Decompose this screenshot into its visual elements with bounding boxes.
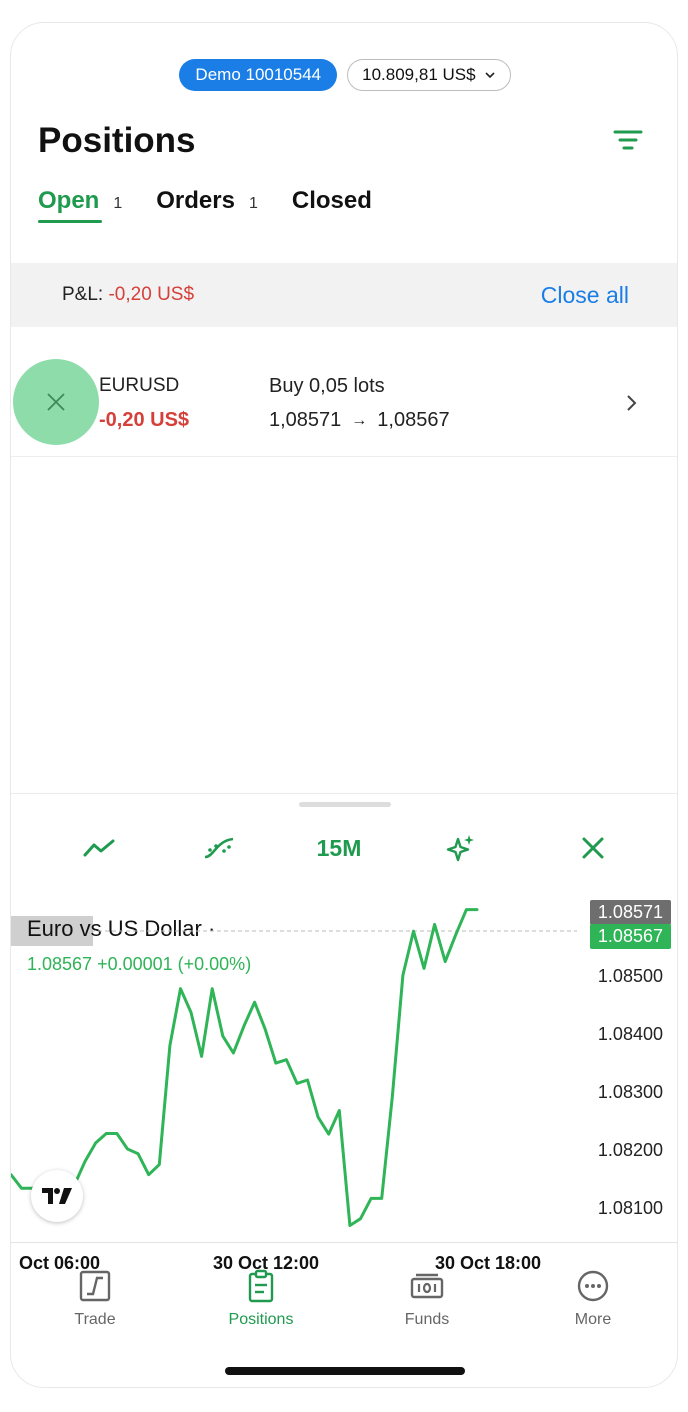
open-price: 1,08571 <box>269 409 342 431</box>
close-icon <box>582 837 604 859</box>
tab-label: Orders <box>156 187 235 214</box>
close-chart-button[interactable] <box>573 828 613 868</box>
positions-tabs: Open 1 Orders 1 Closed <box>38 187 406 223</box>
chart-plot <box>11 908 577 1227</box>
tab-count: 1 <box>113 195 123 212</box>
indicators-button[interactable] <box>199 828 239 868</box>
filter-icon[interactable] <box>613 127 643 153</box>
nav-label: Positions <box>228 1311 294 1328</box>
chevron-right-icon <box>627 395 637 411</box>
tab-orders[interactable]: Orders 1 <box>156 187 258 223</box>
trade-icon <box>79 1270 111 1302</box>
tradingview-logo[interactable] <box>31 1170 83 1222</box>
position-side: Buy 0,05 lots <box>269 375 385 397</box>
chart-panel: 15M Euro vs US Dollar · 1.08567 +0.00001… <box>11 793 677 1273</box>
time-axis: Oct 06:00 30 Oct 12:00 30 Oct 18:00 <box>11 1242 677 1273</box>
current-price: 1,08567 <box>377 409 450 431</box>
sparkle-icon <box>446 835 474 862</box>
tab-closed[interactable]: Closed <box>292 187 372 223</box>
nav-funds[interactable]: Funds <box>367 1269 487 1329</box>
nav-more[interactable]: More <box>533 1269 653 1329</box>
tab-label: Closed <box>291 187 372 214</box>
y-tick-label: 1.08200 <box>597 1140 663 1160</box>
y-tick-label: 1.08100 <box>597 1198 663 1218</box>
close-icon <box>47 393 65 411</box>
pnl-label: P&L: <box>62 284 104 305</box>
price-line <box>11 908 479 1227</box>
line-chart-icon <box>83 839 115 857</box>
positions-icon <box>248 1269 274 1303</box>
balance-value: 10.809,81 US$ <box>362 65 476 84</box>
close-all-button[interactable]: Close all <box>541 282 629 309</box>
pnl-summary-bar: P&L: -0,20 US$ Close all <box>11 263 677 327</box>
more-icon <box>577 1270 609 1302</box>
chart-toolbar: 15M <box>11 828 677 868</box>
ask-price-tag: 1.08571 <box>589 900 671 925</box>
y-tick-label: 1.08400 <box>597 1024 663 1044</box>
close-position-button[interactable] <box>13 359 99 445</box>
pnl-summary: P&L: -0,20 US$ <box>62 284 194 306</box>
tab-open[interactable]: Open 1 <box>38 187 122 223</box>
position-symbol: EURUSD <box>99 375 180 396</box>
nav-trade[interactable]: Trade <box>35 1269 155 1329</box>
tradingview-icon <box>42 1188 72 1204</box>
account-bar: Demo 10010544 10.809,81 US$ <box>11 59 677 91</box>
nav-positions[interactable]: Positions <box>201 1269 321 1329</box>
home-indicator <box>225 1367 465 1375</box>
position-row[interactable]: EURUSD -0,20 US$ Buy 0,05 lots 1,08571 →… <box>11 353 677 457</box>
demo-account-pill[interactable]: Demo 10010544 <box>179 59 338 91</box>
bottom-navigation: Trade Positions Funds More <box>11 1269 677 1341</box>
pnl-total-value: -0,20 US$ <box>108 284 195 305</box>
price-chart[interactable]: Euro vs US Dollar · 1.08567 +0.00001 (+0… <box>11 894 677 1239</box>
tab-count: 1 <box>248 195 258 212</box>
chevron-down-icon <box>484 72 495 79</box>
position-pnl: -0,20 US$ <box>99 409 190 431</box>
ai-insights-button[interactable] <box>441 828 481 868</box>
chart-type-button[interactable] <box>79 828 119 868</box>
nav-label: More <box>574 1311 612 1328</box>
app-screen: Demo 10010544 10.809,81 US$ Positions Op… <box>10 22 678 1388</box>
balance-selector[interactable]: 10.809,81 US$ <box>347 59 511 91</box>
tab-label: Open <box>38 187 100 214</box>
nav-label: Funds <box>404 1311 450 1328</box>
y-tick-label: 1.08500 <box>597 966 663 986</box>
arrow-right-icon: → <box>351 411 368 429</box>
y-tick-label: 1.08300 <box>597 1082 663 1102</box>
nav-label: Trade <box>74 1311 116 1328</box>
page-title: Positions <box>38 121 196 160</box>
funds-icon <box>410 1273 444 1299</box>
bid-price-tag: 1.08567 <box>589 924 671 949</box>
timeframe-button[interactable]: 15M <box>309 828 369 868</box>
position-prices: 1,08571 → 1,08567 <box>269 409 450 432</box>
drag-handle[interactable] <box>299 802 391 807</box>
indicator-icon <box>204 837 234 859</box>
